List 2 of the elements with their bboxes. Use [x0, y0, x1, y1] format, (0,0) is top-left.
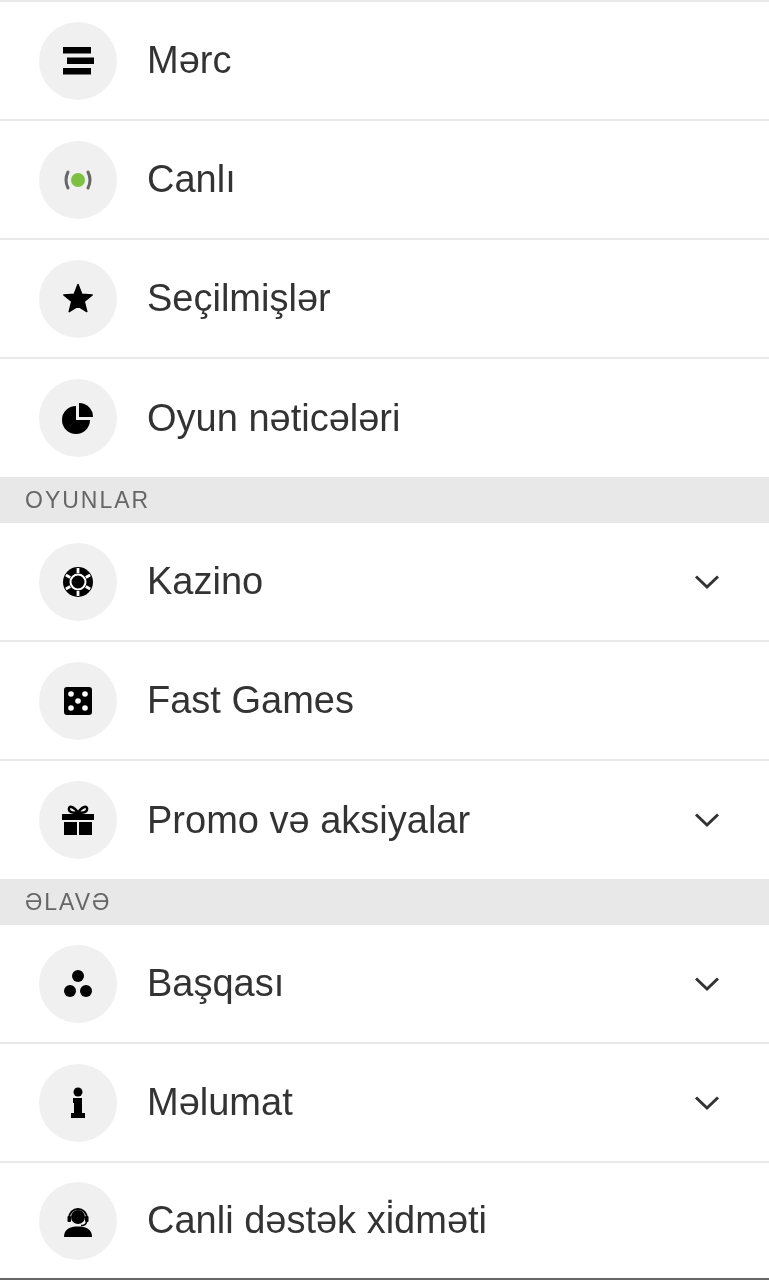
section-header: ƏLAVƏ — [0, 879, 769, 925]
section-header: OYUNLAR — [0, 477, 769, 523]
